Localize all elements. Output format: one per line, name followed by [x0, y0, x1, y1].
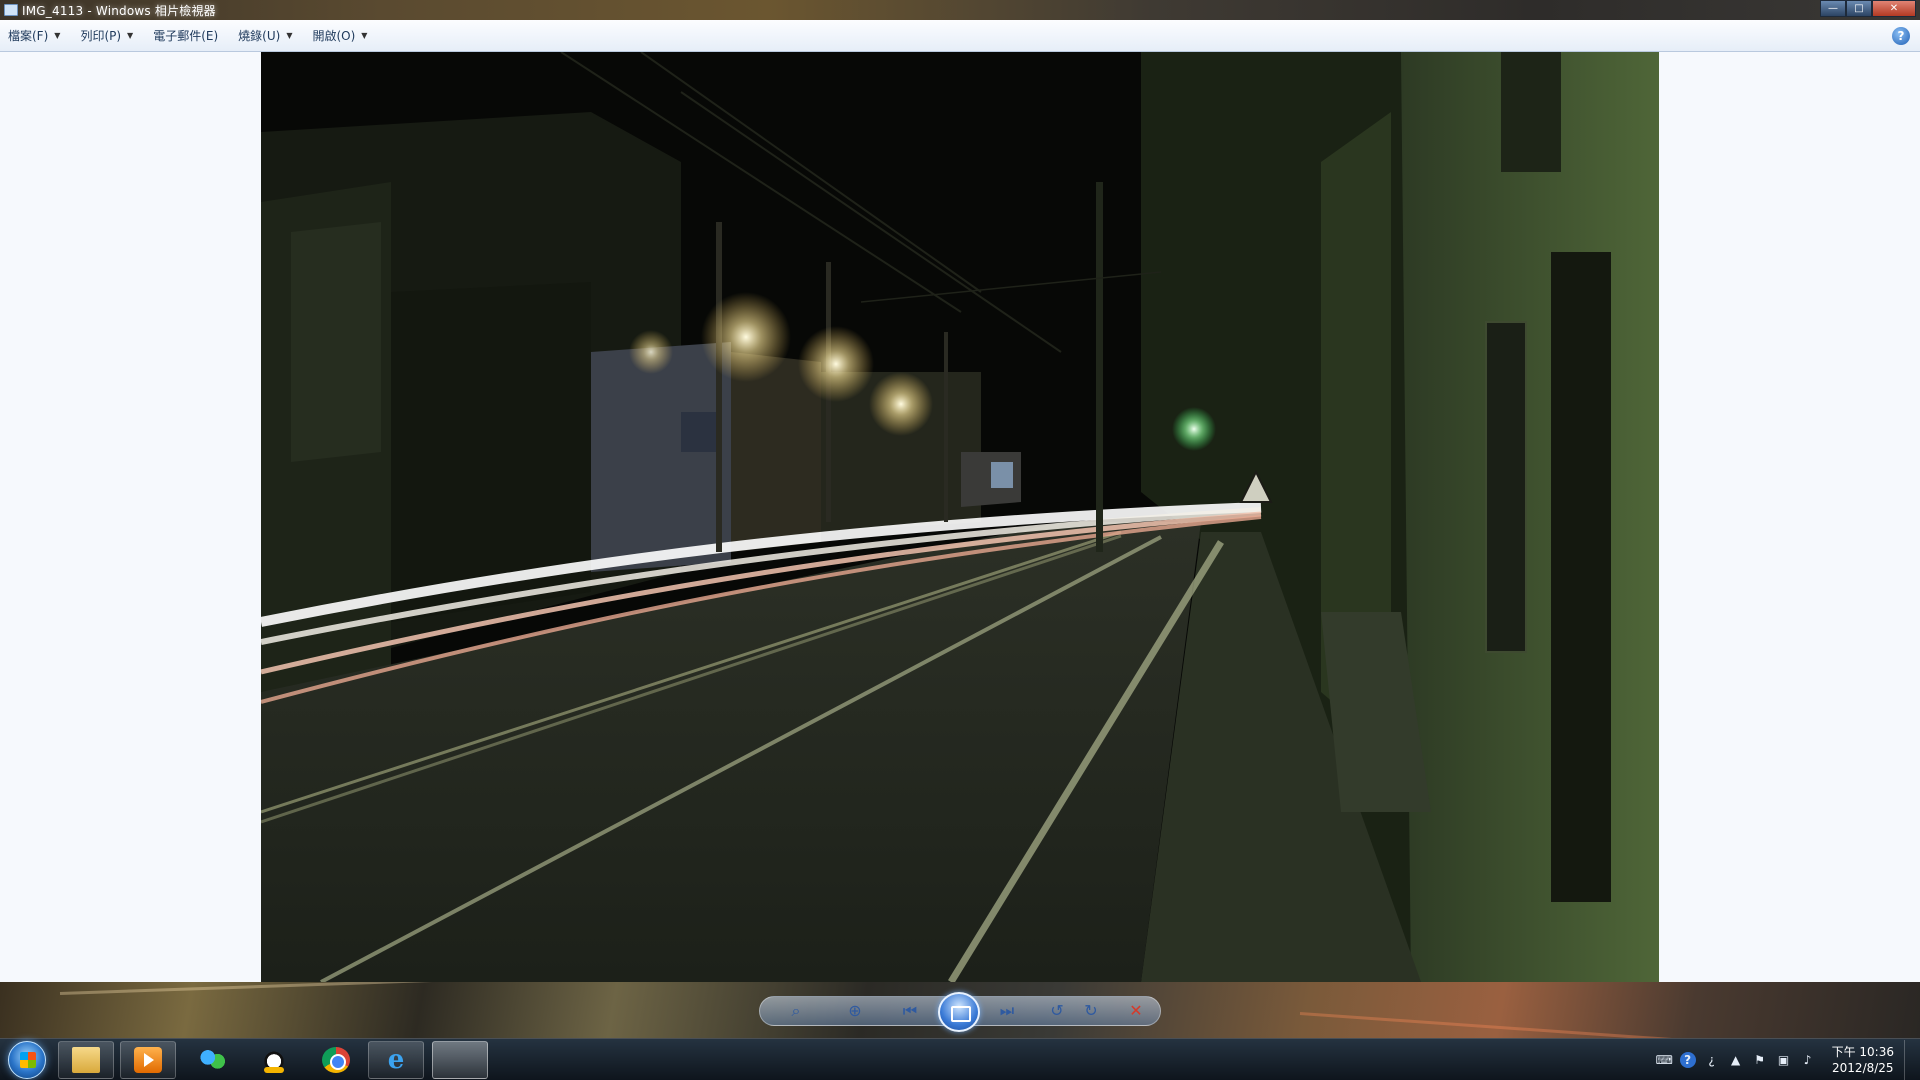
people-icon [198, 1047, 226, 1073]
photo-viewer-area [0, 52, 1920, 982]
maximize-button[interactable]: □ [1846, 0, 1872, 17]
window-title: IMG_4113 - Windows 相片檢視器 [22, 3, 216, 18]
photo-viewer-app-icon [4, 4, 18, 16]
menu-print-label: 列印(P) [80, 29, 122, 43]
menu-open[interactable]: 開啟(O) ▼ [312, 27, 367, 44]
start-button[interactable] [8, 1041, 46, 1079]
taskbar-media-player[interactable] [120, 1041, 176, 1079]
menu-file-label: 檔案(F) [8, 29, 49, 43]
zoom-icon[interactable]: ⌕ [784, 1000, 808, 1022]
help-tray-icon[interactable]: ? [1679, 1052, 1696, 1068]
ie-icon: e [387, 1045, 405, 1075]
caret-down-icon: ▼ [286, 31, 293, 40]
help-icon[interactable]: ? [1892, 27, 1910, 45]
taskbar-ie[interactable]: e [368, 1041, 424, 1079]
media-player-icon [134, 1047, 162, 1073]
window-controls: — □ ✕ [1820, 0, 1916, 18]
caret-down-icon: ▼ [361, 31, 368, 40]
system-tray: ⌨ ? ¿ ▲ ⚑ ▣ ♪ 下午 10:36 2012/8/25 [1656, 1039, 1914, 1080]
menu-open-label: 開啟(O) [312, 29, 356, 43]
taskbar: e ⌨ ? ¿ ▲ ⚑ ▣ ♪ 下午 10:36 2012/8/25 [0, 1038, 1920, 1080]
minimize-button[interactable]: — [1820, 0, 1846, 17]
previous-icon[interactable]: ⏮ [898, 1000, 922, 1022]
displayed-photo[interactable] [261, 52, 1659, 982]
rotate-cw-icon[interactable]: ↻ [1079, 1000, 1103, 1022]
keyboard-icon[interactable]: ⌨ [1656, 1052, 1673, 1068]
taskbar-messenger[interactable] [184, 1041, 240, 1079]
show-desktop-button[interactable] [1904, 1040, 1914, 1080]
close-button[interactable]: ✕ [1872, 0, 1916, 17]
volume-icon[interactable]: ♪ [1800, 1052, 1816, 1068]
actual-size-icon[interactable]: ⊕ [843, 1000, 867, 1022]
action-center-flag-icon[interactable]: ⚑ [1752, 1052, 1768, 1068]
menu-bar: 檔案(F) ▼ 列印(P) ▼ 電子郵件(E) 燒錄(U) ▼ 開啟(O) ▼ … [0, 20, 1920, 52]
rotate-ccw-icon[interactable]: ↺ [1045, 1000, 1069, 1022]
penguin-icon [260, 1047, 288, 1073]
menu-email-label: 電子郵件(E) [153, 29, 219, 43]
menu-burn-label: 燒錄(U) [238, 29, 281, 43]
show-hidden-icons-icon[interactable]: ▲ [1728, 1052, 1744, 1068]
caret-down-icon: ▼ [127, 31, 134, 40]
menu-email[interactable]: 電子郵件(E) [153, 27, 218, 44]
night-street-photo [261, 52, 1659, 982]
network-icon[interactable]: ▣ [1776, 1052, 1792, 1068]
delete-icon[interactable]: ✕ [1124, 1000, 1148, 1022]
folder-icon [72, 1047, 100, 1073]
menu-burn[interactable]: 燒錄(U) ▼ [238, 27, 292, 44]
slideshow-icon[interactable] [938, 992, 980, 1032]
title-bar: IMG_4113 - Windows 相片檢視器 — □ ✕ [0, 0, 1920, 20]
next-icon[interactable]: ⏭ [995, 1000, 1019, 1022]
menu-file[interactable]: 檔案(F) ▼ [8, 27, 60, 44]
clock[interactable]: 下午 10:36 2012/8/25 [1832, 1044, 1894, 1076]
taskbar-qq[interactable] [246, 1041, 302, 1079]
taskbar-explorer[interactable] [58, 1041, 114, 1079]
taskbar-photo-viewer[interactable] [432, 1041, 488, 1079]
chrome-icon [322, 1047, 350, 1073]
clock-time: 下午 10:36 [1831, 1045, 1894, 1059]
language-icon[interactable]: ¿ [1704, 1052, 1720, 1068]
caret-down-icon: ▼ [54, 31, 61, 40]
menu-print[interactable]: 列印(P) ▼ [80, 27, 133, 44]
clock-date: 2012/8/25 [1832, 1061, 1894, 1075]
viewer-control-bar: ⌕ ⊕ ⏮ ⏭ ↺ ↻ ✕ [0, 982, 1920, 1038]
taskbar-chrome[interactable] [308, 1041, 364, 1079]
